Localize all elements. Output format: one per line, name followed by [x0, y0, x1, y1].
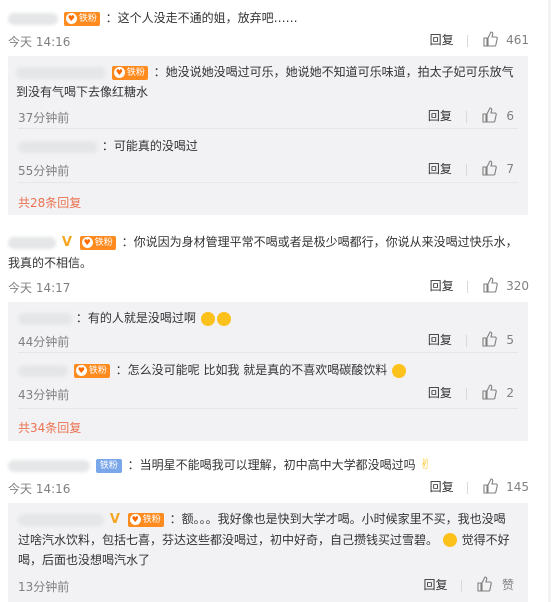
reply-text: ：有的人就是没喝过啊 — [75, 311, 196, 325]
reply-actions: 回复 7 — [428, 160, 514, 179]
fan-badge: 铁粉 — [95, 458, 122, 473]
reply-button[interactable]: 回复 — [428, 386, 452, 400]
like-count: 7 — [506, 162, 514, 176]
reply-actions: 回复 赞 — [423, 576, 514, 595]
reply-actions: 回复 5 — [428, 331, 514, 350]
separator — [467, 34, 469, 47]
laughing-emoji-icon — [200, 311, 215, 326]
reply-2-1: ：有的人就是没喝过啊 — [18, 308, 232, 328]
like-count: 145 — [506, 480, 529, 494]
username-blurred[interactable] — [8, 12, 58, 25]
reply-actions: 回复 6 — [428, 107, 514, 126]
reply-text: ：可能真的没喝过 — [101, 139, 198, 153]
fan-badge: ♥ 铁粉 — [73, 363, 110, 378]
username-blurred[interactable] — [8, 459, 90, 472]
more-replies-link[interactable]: 共28条回复 — [18, 194, 81, 211]
comment-text: ：当明星不能喝我可以理解，初中高中大学都没喝过吗 — [127, 458, 416, 472]
divider — [18, 182, 518, 183]
ok-hand-emoji-icon: ✌ — [419, 457, 432, 473]
username-blurred[interactable] — [16, 66, 106, 79]
like-icon[interactable] — [481, 107, 497, 126]
separator — [465, 387, 467, 400]
emoji-icon — [392, 363, 407, 378]
comment-time: 今天 14:16 — [8, 482, 71, 496]
like-count: 2 — [506, 386, 514, 400]
separator — [467, 481, 469, 494]
like-icon[interactable] — [482, 478, 499, 497]
like-count: 6 — [506, 109, 514, 123]
vip-icon: V — [109, 511, 120, 527]
vip-icon: V — [61, 234, 72, 250]
laughing-emoji-icon — [216, 311, 231, 326]
comment-time: 今天 14:17 — [8, 281, 71, 295]
comment-actions: 回复 320 — [430, 277, 529, 296]
laughing-emoji-icon — [442, 533, 457, 547]
reply-button[interactable]: 回复 — [428, 162, 452, 176]
reply-time: 13分钟前 — [18, 580, 70, 594]
separator — [461, 579, 463, 592]
like-icon[interactable] — [481, 160, 497, 179]
divider — [18, 128, 518, 129]
comment-1-header: ♥ 铁粉 ：这个人没走不通的姐，放弃吧…… — [8, 8, 538, 28]
reply-time: 37分钟前 — [18, 111, 70, 125]
fan-badge: ♥ 铁粉 — [127, 512, 164, 527]
reply-button[interactable]: 回复 — [430, 279, 454, 293]
reply-actions: 回复 2 — [428, 384, 514, 403]
reply-button[interactable]: 回复 — [428, 333, 452, 347]
reply-box-2: ：有的人就是没喝过啊 44分钟前 回复 5 ♥ 铁粉 ：怎么没可能呢 比如我 就是… — [8, 302, 528, 441]
reply-time: 55分钟前 — [18, 164, 70, 178]
divider — [18, 352, 518, 353]
like-icon[interactable] — [476, 576, 492, 595]
comment-2: V ♥ 铁粉 ：你说因为身材管理平常不喝或者是极少喝都行，你说从来没喝过快乐水，我… — [8, 232, 528, 273]
reply-1-1: ♥ 铁粉 ：她没说她没喝过可乐，她说她不知道可乐味道，拍太子妃可乐放气到没有气喝下… — [16, 62, 516, 102]
separator — [467, 280, 469, 293]
reply-button[interactable]: 回复 — [428, 109, 452, 123]
like-icon[interactable] — [482, 277, 499, 296]
like-icon[interactable] — [481, 384, 497, 403]
comment-time: 今天 14:16 — [8, 35, 71, 49]
reply-button[interactable]: 回复 — [423, 578, 447, 592]
reply-box-3: V ♥ 铁粉 ：额。。。我好像也是快到大学才喝。小时候家里不买，我也没喝过啥汽水饮… — [8, 503, 528, 602]
username-blurred[interactable] — [18, 364, 68, 377]
like-icon[interactable] — [481, 331, 497, 350]
more-replies-link[interactable]: 共34条回复 — [18, 419, 81, 436]
reply-time: 44分钟前 — [18, 335, 70, 349]
separator — [465, 110, 467, 123]
like-label: 赞 — [501, 578, 514, 592]
reply-button[interactable]: 回复 — [430, 480, 454, 494]
reply-2-2: ♥ 铁粉 ：怎么没可能呢 比如我 就是真的不喜欢喝碳酸饮料 — [18, 360, 407, 380]
reply-1-2: ：可能真的没喝过 — [18, 136, 198, 156]
username-blurred[interactable] — [18, 513, 104, 526]
comment-actions: 回复 461 — [430, 31, 529, 50]
like-icon[interactable] — [482, 31, 499, 50]
separator — [465, 334, 467, 347]
reply-text: ：怎么没可能呢 比如我 就是真的不喜欢喝碳酸饮料 — [115, 363, 388, 377]
like-count: 320 — [506, 279, 529, 293]
divider — [18, 408, 518, 409]
fan-badge: ♥ 铁粉 — [111, 65, 148, 80]
separator — [465, 163, 467, 176]
comment-text: ：这个人没走不通的姐，放弃吧…… — [105, 11, 298, 25]
like-count: 461 — [506, 33, 529, 47]
username-blurred[interactable] — [8, 236, 56, 249]
username-blurred[interactable] — [18, 312, 72, 325]
reply-time: 43分钟前 — [18, 388, 70, 402]
like-count: 5 — [506, 333, 514, 347]
reply-3-1: V ♥ 铁粉 ：额。。。我好像也是快到大学才喝。小时候家里不买，我也没喝过啥汽水饮… — [18, 509, 516, 570]
reply-button[interactable]: 回复 — [430, 33, 454, 47]
fan-badge: ♥ 铁粉 — [63, 11, 100, 26]
comment-3: 铁粉 ：当明星不能喝我可以理解，初中高中大学都没喝过吗 ✌ — [8, 455, 528, 475]
username-blurred[interactable] — [18, 140, 98, 153]
fan-badge: ♥ 铁粉 — [79, 235, 116, 250]
reply-box-1: ♥ 铁粉 ：她没说她没喝过可乐，她说她不知道可乐味道，拍太子妃可乐放气到没有气喝下… — [8, 56, 528, 215]
comment-actions: 回复 145 — [430, 478, 529, 497]
